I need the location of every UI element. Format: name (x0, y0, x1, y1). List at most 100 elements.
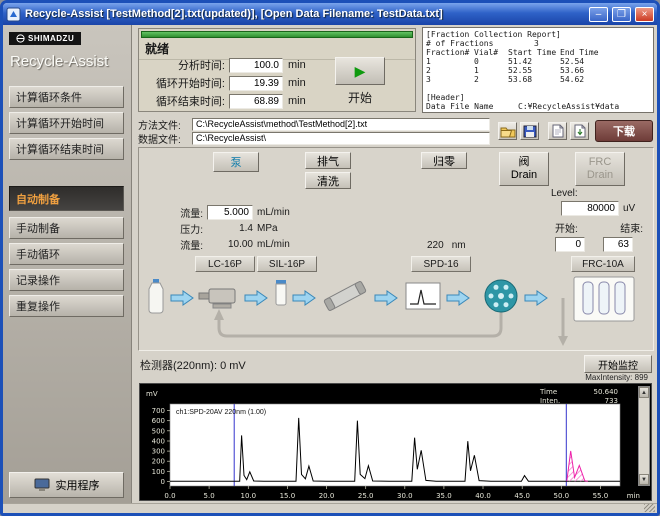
minimize-button[interactable]: – (589, 7, 608, 22)
method-file-input[interactable] (192, 118, 490, 131)
download-button[interactable]: 下载 (595, 120, 653, 142)
device-label-sil16p: SIL-16P (257, 256, 317, 272)
open-data-button[interactable] (548, 122, 567, 140)
sidebar-item-6[interactable]: 手动循环 (9, 243, 124, 265)
svg-text:mV: mV (146, 390, 158, 398)
solvent-bottle-icon (145, 278, 167, 317)
scroll-up-icon[interactable]: ▲ (639, 387, 649, 398)
svg-text:700: 700 (152, 407, 165, 415)
range-start-input[interactable] (555, 237, 585, 252)
flow2-unit: mL/min (257, 239, 290, 250)
close-button[interactable]: × (635, 7, 654, 22)
cycle-start-time-row: 循环开始时间: min (143, 74, 306, 92)
fraction-tubes-icon (573, 276, 635, 325)
app-icon (6, 7, 21, 22)
open-method-button[interactable] (498, 122, 517, 140)
level-unit: uV (623, 203, 635, 214)
shimadzu-logo-icon (16, 34, 25, 43)
scroll-down-icon[interactable]: ▼ (639, 474, 649, 485)
flow-arrow-icon (243, 290, 269, 309)
purge-button[interactable]: 排气 (305, 152, 351, 169)
pump-button[interactable]: 泵 (213, 152, 259, 172)
svg-text:300: 300 (152, 448, 165, 456)
titlebar[interactable]: Recycle-Assist [TestMethod[2].txt(update… (3, 3, 657, 25)
chart-scrollbar[interactable]: ▲ ▼ (638, 386, 650, 486)
autosampler-vial-icon (273, 278, 289, 311)
maximize-button[interactable]: ❐ (612, 7, 631, 22)
utility-button[interactable]: 实用程序 (9, 472, 124, 498)
cycle-start-time-input[interactable] (229, 76, 283, 91)
ready-progress-bar (141, 31, 413, 38)
sidebar-item-5[interactable]: 手动制备 (9, 217, 124, 239)
document-save-icon (574, 124, 586, 138)
monitor-icon (34, 478, 50, 492)
save-data-button[interactable] (570, 122, 589, 140)
cycle-end-time-label: 循环结束时间: (143, 93, 225, 109)
max-intensity-readout: MaxIntensity: 899 (585, 373, 648, 382)
app-window: Recycle-Assist [TestMethod[2].txt(update… (0, 0, 660, 516)
shimadzu-logo: SHIMADZU (9, 32, 81, 45)
save-method-button[interactable] (520, 122, 539, 140)
svg-text:500: 500 (152, 427, 165, 435)
document-icon (552, 124, 564, 138)
brand-text: SHIMADZU (28, 34, 74, 43)
sidebar-item-4[interactable]: 自动制备 (9, 186, 124, 211)
svg-text:50.640: 50.640 (594, 388, 619, 396)
svg-text:20.0: 20.0 (319, 492, 335, 500)
chromatogram-chart[interactable]: 01002003004005006007000.05.010.015.020.0… (139, 383, 652, 501)
report-title: [Fraction Collection Report] (426, 30, 650, 39)
sidebar-item-2[interactable]: 计算循环开始时间 (9, 112, 124, 134)
device-label-frc10a: FRC-10A (571, 256, 635, 272)
data-file-input[interactable] (192, 132, 490, 145)
sidebar: SHIMADZU Recycle-Assist 计算循环条件计算循环开始时间计算… (3, 25, 132, 503)
start-label: 开始 (335, 89, 385, 106)
resize-grip[interactable] (644, 504, 655, 512)
pump-icon (197, 284, 241, 313)
sidebar-item-7[interactable]: 记录操作 (9, 269, 124, 291)
start-button[interactable]: ▶ (335, 57, 385, 85)
rinse-button[interactable]: 清洗 (305, 172, 351, 189)
pump-status-box: 流量: mL/min 压力: 1.4 MPa 流量: 10.00 mL/min (169, 204, 290, 252)
cycle-start-time-label: 循环开始时间: (143, 75, 225, 91)
device-label-lc16p: LC-16P (195, 256, 255, 272)
svg-text:15.0: 15.0 (280, 492, 296, 500)
report-table-header: Fraction#Vial#Start TimeEnd Time (426, 48, 650, 57)
pressure-unit: MPa (257, 223, 278, 234)
report-table-row: 2152.5553.66 (426, 66, 650, 75)
report-table: Fraction#Vial#Start TimeEnd Time1051.425… (426, 48, 650, 84)
pressure-value: 1.4 (207, 223, 253, 234)
scrollbar-track[interactable] (639, 398, 649, 474)
flow-unit: mL/min (257, 207, 290, 218)
cycle-start-time-unit: min (288, 77, 306, 89)
report-header-title: [Header] (426, 93, 650, 102)
wavelength-readout: 220nm (427, 240, 474, 251)
fraction-report-panel[interactable]: [Fraction Collection Report] # of Fracti… (422, 27, 654, 113)
range-end-label: 结束: (620, 220, 643, 235)
cycle-end-time-input[interactable] (229, 94, 283, 109)
analysis-time-input[interactable] (229, 58, 283, 73)
level-input[interactable] (561, 201, 619, 216)
report-datafile-line: Data File NameC:¥RecycleAssist¥data (426, 102, 650, 111)
detector-panel: 检测器(220nm): 0 mV 开始监控 MaxIntensity: 899 … (138, 355, 654, 501)
level-box: Level: uV 开始: 结束: (551, 188, 651, 252)
svg-text:0: 0 (161, 478, 165, 486)
svg-text:55.0: 55.0 (593, 492, 609, 500)
range-end-input[interactable] (603, 237, 633, 252)
svg-text:ch1:SPD-20AV 220nm (1.00): ch1:SPD-20AV 220nm (1.00) (176, 409, 266, 416)
svg-text:35.0: 35.0 (436, 492, 452, 500)
auto-zero-button[interactable]: 归零 (421, 152, 467, 169)
sidebar-item-3[interactable]: 计算循环结束时间 (9, 138, 124, 160)
svg-text:50.0: 50.0 (554, 492, 570, 500)
report-table-row: 1051.4252.54 (426, 57, 650, 66)
detector-title: 检测器(220nm): 0 mV (138, 355, 654, 373)
valve-drain-button[interactable]: 阀Drain (499, 152, 549, 186)
file-bar: 方法文件: 数据文件: (138, 117, 654, 145)
detector-icon (405, 282, 441, 313)
flow-input[interactable] (207, 205, 253, 220)
sidebar-item-8[interactable]: 重复操作 (9, 295, 124, 317)
time-settings: 分析时间: min 循环开始时间: min 循环结束时间: min (143, 56, 306, 110)
level-label: Level: (551, 188, 651, 199)
start-monitor-button[interactable]: 开始监控 (584, 355, 652, 373)
svg-text:Inten.: Inten. (540, 397, 560, 405)
sidebar-item-1[interactable]: 计算循环条件 (9, 86, 124, 108)
